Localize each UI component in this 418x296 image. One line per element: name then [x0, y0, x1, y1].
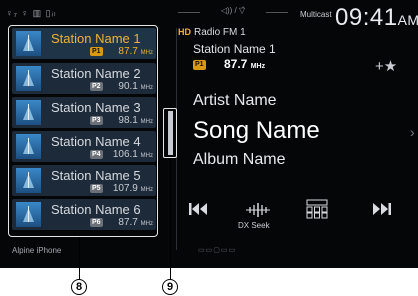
preset-freq-value: 90.1 — [118, 81, 138, 92]
preset-item[interactable]: Station Name 2 P2 90.1 MHz — [12, 63, 156, 94]
preset-item[interactable]: Station Name 3 P3 98.1 MHz — [12, 97, 156, 128]
preset-freq-unit: MHz — [140, 85, 153, 91]
now-playing-preset-badge: P1 — [193, 60, 206, 70]
callout-9: 9 — [162, 279, 178, 295]
preset-name: Station Name 3 — [51, 100, 141, 115]
preset-freq-value: 107.9 — [112, 183, 138, 194]
artist-name: Artist Name — [193, 92, 277, 109]
np-freq-unit: MHz — [250, 63, 266, 70]
preset-name: Station Name 1 — [51, 31, 141, 46]
preset-freq-value: 98.1 — [118, 115, 138, 126]
clock-time: 09:41 — [335, 4, 398, 31]
preset-freq-unit: MHz — [140, 153, 153, 159]
source-label: Radio FM 1 — [194, 27, 246, 38]
album-name: Album Name — [193, 151, 286, 168]
now-playing-frequency: 87.7 MHz — [224, 57, 265, 71]
preset-freq-unit: MHz — [140, 50, 153, 56]
station-logo-icon — [16, 66, 41, 91]
station-logo-icon — [16, 168, 41, 193]
preset-name: Station Name 5 — [51, 168, 141, 183]
preset-badge: P5 — [90, 184, 103, 193]
volume-indicator: ◁)) / ▽̂ — [178, 6, 288, 15]
station-logo-icon — [16, 202, 41, 227]
volume-indicator-label: ◁)) / ▽̂ — [220, 6, 246, 15]
chevron-right-icon[interactable]: › — [410, 124, 415, 140]
song-name: Song Name — [193, 117, 320, 144]
preset-item[interactable]: Station Name 1 P1 87.7 MHz — [12, 28, 156, 59]
source-row: HD Radio FM 1 — [178, 27, 246, 38]
callout-line-scroll — [170, 158, 171, 279]
page-indicator: ▭▭▢▭▭ — [198, 247, 237, 254]
status-bar: ♀₇ ♀ ▥ ▯ᵢₗ ◁)) / ▽̂ Multicast 09:41AM — [0, 0, 418, 31]
preset-frequency: 106.1 MHz — [113, 149, 153, 160]
device-name: Alpine iPhone — [12, 246, 62, 255]
seek-forward-button[interactable] — [370, 202, 392, 221]
clock-suffix: AM — [397, 12, 418, 28]
preset-item[interactable]: Station Name 6 P6 87.7 MHz — [12, 199, 156, 230]
seek-forward-icon — [373, 203, 391, 215]
radio-screen: ♀₇ ♀ ▥ ▯ᵢₗ ◁)) / ▽̂ Multicast 09:41AM St… — [0, 0, 418, 268]
preset-badge: P1 — [90, 47, 103, 56]
signal-wave-icon — [246, 203, 270, 217]
preset-frequency: 87.7 MHz — [118, 217, 153, 228]
station-logo-icon — [16, 100, 41, 125]
dx-seek-label: DX Seek — [238, 221, 270, 230]
preset-frequency: 107.9 MHz — [113, 183, 153, 194]
multicast-label: Multicast — [300, 10, 332, 19]
preset-name: Station Name 4 — [51, 134, 141, 149]
preset-freq-unit: MHz — [140, 119, 153, 125]
callout-frame-scrollbar — [163, 108, 177, 158]
preset-freq-unit: MHz — [140, 221, 153, 227]
preset-freq-value: 87.7 — [118, 217, 138, 228]
status-icons: ♀₇ ♀ ▥ ▯ᵢₗ — [6, 8, 57, 18]
preset-grid-button[interactable] — [306, 199, 328, 224]
preset-frequency: 90.1 MHz — [118, 81, 153, 92]
preset-item[interactable]: Station Name 4 P4 106.1 MHz — [12, 131, 156, 162]
station-logo-icon — [16, 31, 41, 56]
dx-seek-button[interactable] — [245, 202, 271, 223]
preset-badge: P4 — [90, 150, 103, 159]
preset-grid-icon — [306, 199, 328, 219]
preset-badge: P6 — [90, 218, 103, 227]
clock: 09:41AM — [335, 4, 418, 32]
preset-freq-value: 87.7 — [118, 46, 138, 57]
station-logo-icon — [16, 134, 41, 159]
preset-freq-unit: MHz — [140, 187, 153, 193]
preset-freq-value: 106.1 — [112, 149, 138, 160]
preset-name: Station Name 6 — [51, 202, 141, 217]
add-favorite-button[interactable]: +★ — [375, 57, 397, 75]
preset-badge: P2 — [90, 82, 103, 91]
preset-frequency: 98.1 MHz — [118, 115, 153, 126]
callout-line-list — [79, 237, 80, 279]
preset-badge: P3 — [90, 116, 103, 125]
preset-item[interactable]: Station Name 5 P5 107.9 MHz — [12, 165, 156, 196]
preset-name: Station Name 2 — [51, 66, 141, 81]
callout-8: 8 — [71, 279, 87, 295]
seek-back-button[interactable] — [188, 202, 210, 221]
now-playing-station: Station Name 1 — [193, 42, 276, 56]
np-freq-value: 87.7 — [224, 57, 248, 71]
preset-frequency: 87.7 MHz — [118, 46, 153, 57]
hd-radio-icon: HD — [178, 27, 191, 37]
seek-back-icon — [189, 203, 207, 215]
